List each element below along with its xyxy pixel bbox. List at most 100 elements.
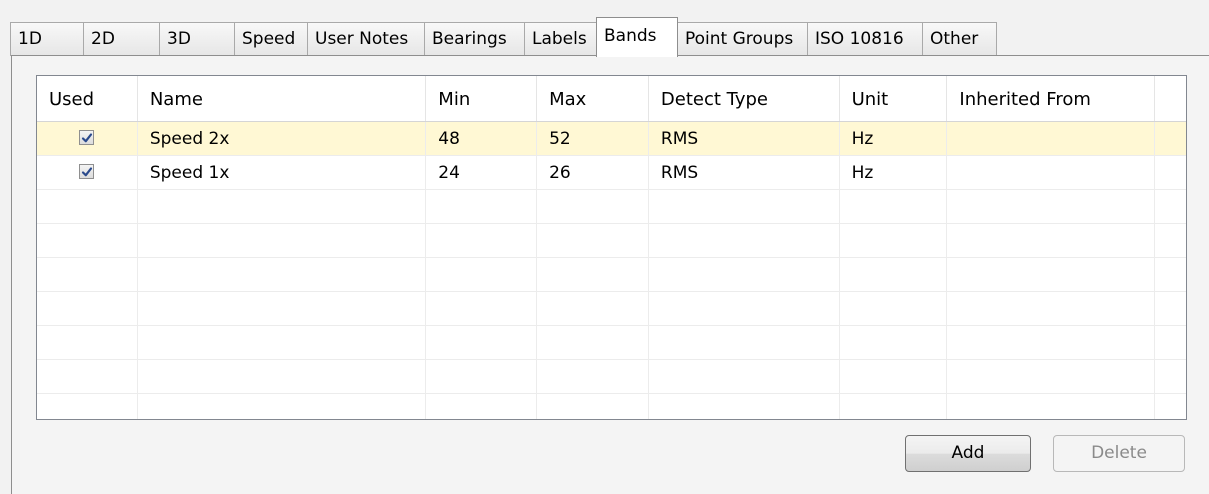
column-header-inherited-from[interactable]: Inherited From (947, 76, 1156, 121)
name-cell (138, 394, 427, 419)
name-cell[interactable]: Speed 2x (138, 122, 427, 155)
filler-cell (1155, 292, 1186, 325)
detect-type-cell (649, 190, 840, 223)
name-cell[interactable]: Speed 1x (138, 156, 427, 189)
unit-cell (840, 394, 948, 419)
bands-grid[interactable]: Used Name Min Max Detect Type Unit Inher… (36, 75, 1187, 420)
min-cell[interactable]: 24 (426, 156, 538, 189)
tab-strip: 1D 2D 3D Speed User Notes Bearings Label… (10, 17, 997, 57)
unit-cell (840, 190, 948, 223)
filler-cell (1155, 360, 1186, 393)
min-cell (426, 258, 538, 291)
max-cell (537, 394, 649, 419)
filler-cell (1155, 326, 1186, 359)
unit-cell (840, 258, 948, 291)
used-cell[interactable] (37, 156, 138, 189)
used-cell (37, 360, 138, 393)
filler-cell (1155, 224, 1186, 257)
unit-cell (840, 292, 948, 325)
min-cell[interactable]: 48 (426, 122, 538, 155)
inherited-from-cell (947, 360, 1156, 393)
grid-header: Used Name Min Max Detect Type Unit Inher… (37, 76, 1186, 122)
min-cell (426, 224, 538, 257)
filler-cell (1155, 394, 1186, 419)
tab-1d[interactable]: 1D (10, 22, 84, 56)
check-icon (82, 132, 93, 142)
name-cell (138, 224, 427, 257)
used-cell (37, 190, 138, 223)
add-button[interactable]: Add (905, 435, 1031, 472)
tab-bands[interactable]: Bands (596, 17, 678, 57)
min-cell (426, 292, 538, 325)
column-header-min[interactable]: Min (426, 76, 538, 121)
used-cell (37, 394, 138, 419)
empty-table-row (37, 326, 1186, 360)
column-header-name[interactable]: Name (138, 76, 427, 121)
filler-cell (1155, 156, 1186, 189)
max-cell (537, 360, 649, 393)
filler-cell (1155, 258, 1186, 291)
unit-cell[interactable]: Hz (840, 122, 948, 155)
inherited-from-cell (947, 394, 1156, 419)
empty-table-row (37, 292, 1186, 326)
max-cell (537, 292, 649, 325)
inherited-from-cell (947, 190, 1156, 223)
tab-iso-10816[interactable]: ISO 10816 (807, 22, 923, 56)
detect-type-cell (649, 360, 840, 393)
used-cell (37, 292, 138, 325)
name-cell (138, 360, 427, 393)
column-header-filler (1155, 76, 1186, 121)
tab-other[interactable]: Other (922, 22, 997, 56)
unit-cell (840, 326, 948, 359)
used-checkbox[interactable] (79, 129, 95, 145)
tab-labels[interactable]: Labels (524, 22, 597, 56)
inherited-from-cell[interactable] (947, 122, 1156, 155)
unit-cell (840, 224, 948, 257)
filler-cell (1155, 122, 1186, 155)
column-header-max[interactable]: Max (537, 76, 649, 121)
tab-3d[interactable]: 3D (159, 22, 235, 56)
detect-type-cell (649, 224, 840, 257)
min-cell (426, 394, 538, 419)
name-cell (138, 258, 427, 291)
detect-type-cell[interactable]: RMS (649, 156, 840, 189)
detect-type-cell (649, 326, 840, 359)
name-cell (138, 326, 427, 359)
detect-type-cell (649, 394, 840, 419)
used-checkbox[interactable] (79, 163, 95, 179)
check-icon (82, 166, 93, 176)
max-cell (537, 190, 649, 223)
min-cell (426, 190, 538, 223)
table-row[interactable]: Speed 1x 24 26 RMS Hz (37, 156, 1186, 190)
name-cell (138, 292, 427, 325)
inherited-from-cell (947, 224, 1156, 257)
unit-cell[interactable]: Hz (840, 156, 948, 189)
tab-2d[interactable]: 2D (83, 22, 160, 56)
max-cell (537, 326, 649, 359)
inherited-from-cell[interactable] (947, 156, 1156, 189)
tab-speed[interactable]: Speed (234, 22, 308, 56)
max-cell[interactable]: 52 (537, 122, 649, 155)
max-cell[interactable]: 26 (537, 156, 649, 189)
min-cell (426, 360, 538, 393)
empty-table-row (37, 394, 1186, 419)
filler-cell (1155, 190, 1186, 223)
name-cell (138, 190, 427, 223)
detect-type-cell[interactable]: RMS (649, 122, 840, 155)
max-cell (537, 258, 649, 291)
column-header-unit[interactable]: Unit (840, 76, 948, 121)
empty-table-row (37, 360, 1186, 394)
inherited-from-cell (947, 258, 1156, 291)
tab-bearings[interactable]: Bearings (424, 22, 525, 56)
empty-table-row (37, 224, 1186, 258)
column-header-used[interactable]: Used (37, 76, 138, 121)
empty-table-row (37, 258, 1186, 292)
empty-table-row (37, 190, 1186, 224)
table-row[interactable]: Speed 2x 48 52 RMS Hz (37, 122, 1186, 156)
tab-point-groups[interactable]: Point Groups (677, 22, 808, 56)
tab-user-notes[interactable]: User Notes (307, 22, 425, 56)
column-header-detect-type[interactable]: Detect Type (649, 76, 840, 121)
inherited-from-cell (947, 292, 1156, 325)
used-cell[interactable] (37, 122, 138, 155)
unit-cell (840, 360, 948, 393)
